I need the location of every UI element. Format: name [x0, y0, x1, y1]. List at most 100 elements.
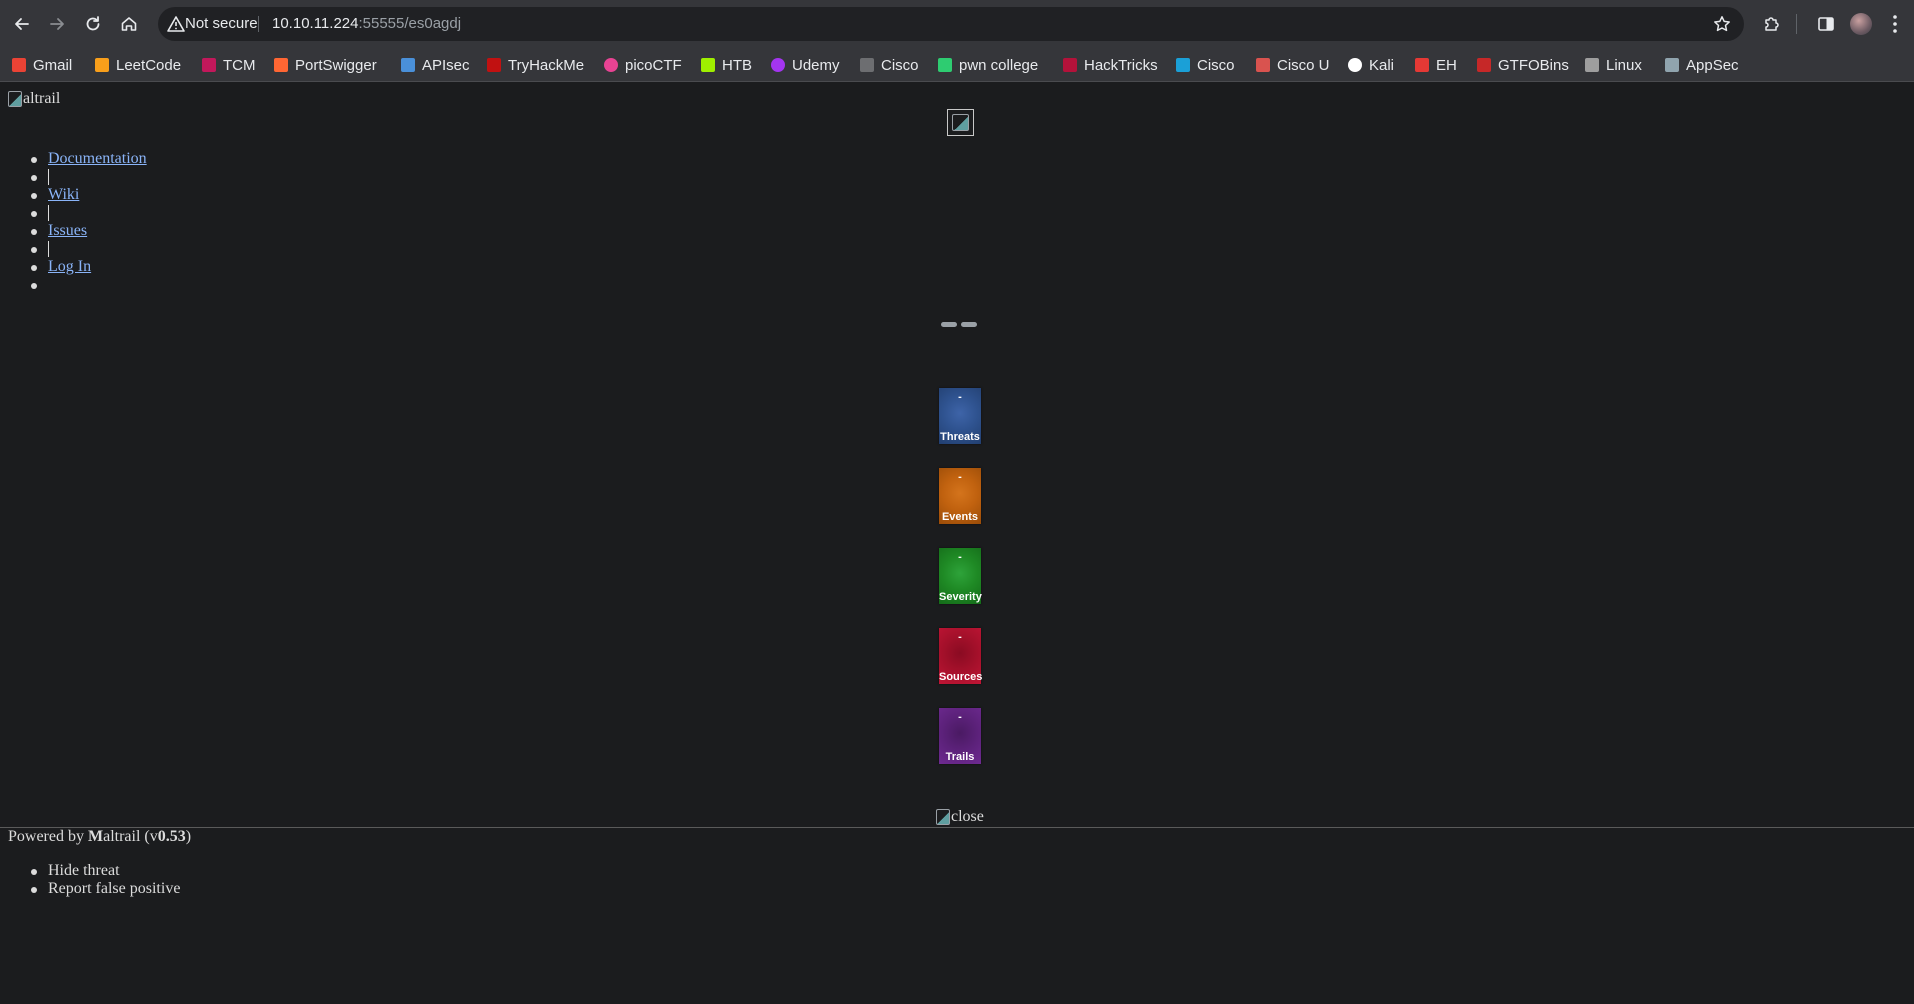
omnibox-divider	[258, 16, 259, 32]
picoctf-icon	[604, 58, 618, 72]
nav-link-issues[interactable]: Issues	[48, 222, 87, 239]
kali-icon	[1348, 58, 1362, 72]
profile-avatar[interactable]	[1850, 13, 1872, 35]
portswigger-icon	[274, 58, 288, 72]
htb-icon	[701, 58, 715, 72]
tile-value: -	[958, 631, 962, 643]
tile-value: -	[958, 711, 962, 723]
bookmark-tryhackme[interactable]: TryHackMe	[487, 55, 584, 75]
puzzle-icon	[1765, 17, 1779, 31]
home-button[interactable]	[116, 11, 142, 37]
arrow-right-icon	[50, 18, 64, 30]
status-tile-sources[interactable]: - Sources	[939, 628, 982, 684]
close-button[interactable]: close	[936, 808, 984, 826]
separator-bar	[48, 169, 49, 186]
bookmark-portswigger[interactable]: PortSwigger	[274, 55, 377, 75]
bookmark-leetcode[interactable]: LeetCode	[95, 55, 181, 75]
period-selector[interactable]	[941, 322, 977, 327]
bookmark-label: Cisco U	[1277, 56, 1330, 74]
bookmark-apisec[interactable]: APIsec	[401, 55, 470, 75]
status-tile-events[interactable]: - Events	[939, 468, 981, 524]
tile-label: Severity	[939, 591, 982, 603]
extensions-button[interactable]	[1760, 12, 1784, 36]
bookmark-appsec[interactable]: AppSec	[1665, 55, 1739, 75]
security-status-label[interactable]: Not secure	[185, 15, 258, 32]
tile-label: Threats	[940, 431, 980, 443]
nav-item-empty	[31, 276, 147, 294]
leetcode-icon	[95, 58, 109, 72]
broken-image-icon	[952, 114, 969, 131]
tile-label: Trails	[945, 751, 975, 763]
status-tile-severity[interactable]: - Severity	[939, 548, 982, 604]
side-panel-button[interactable]	[1814, 12, 1838, 36]
dash-left	[941, 322, 957, 327]
bookmark-label: EH	[1436, 56, 1457, 74]
footer-version-close: )	[185, 828, 192, 845]
bookmark-cisco[interactable]: Cisco	[860, 55, 919, 75]
eh-icon	[1415, 58, 1429, 72]
bookmark-htb[interactable]: HTB	[701, 55, 752, 75]
dash-right	[961, 322, 977, 327]
nav-item: Log In	[31, 258, 147, 276]
bookmark-label: PortSwigger	[295, 56, 377, 74]
footer-divider	[0, 827, 1914, 828]
bookmarks-bar: Gmail LeetCode TCM PortSwigger APIsec Tr…	[0, 48, 1914, 82]
bookmark-cisco-2[interactable]: Cisco	[1176, 55, 1235, 75]
toolbar-divider	[1796, 14, 1797, 34]
back-button[interactable]	[9, 11, 35, 37]
center-image-placeholder	[947, 109, 974, 136]
nav-item: Wiki	[31, 186, 147, 204]
separator-bar	[48, 241, 49, 258]
bookmark-label: APIsec	[422, 56, 470, 74]
bookmark-gtfobins[interactable]: GTFOBins	[1477, 55, 1569, 75]
nav-separator	[31, 204, 147, 222]
bookmark-picoctf[interactable]: picoCTF	[604, 55, 682, 75]
pwn-college-icon	[938, 58, 952, 72]
more-vertical-icon[interactable]	[1890, 13, 1900, 35]
bookmark-pwn-college[interactable]: pwn college	[938, 55, 1038, 75]
nav-link-login[interactable]: Log In	[48, 258, 91, 275]
bookmark-label: Cisco	[1197, 56, 1235, 74]
bookmark-udemy[interactable]: Udemy	[771, 55, 840, 75]
star-icon[interactable]	[1712, 14, 1732, 34]
status-tile-threats[interactable]: - Threats	[939, 388, 981, 444]
nav-separator	[31, 240, 147, 258]
bookmark-label: AppSec	[1686, 56, 1739, 74]
cisco-u-icon	[1256, 58, 1270, 72]
bookmark-kali[interactable]: Kali	[1348, 55, 1394, 75]
header-nav: Documentation Wiki Issues Log In	[31, 150, 147, 294]
tile-value: -	[958, 391, 962, 403]
cisco-icon	[1176, 58, 1190, 72]
bookmark-label: Cisco	[881, 56, 919, 74]
address-bar[interactable]: Not secure 10.10.11.224:55555/es0agdj	[158, 7, 1744, 41]
bookmark-label: TryHackMe	[508, 56, 585, 74]
bookmark-hacktricks[interactable]: HackTricks	[1063, 55, 1158, 75]
cisco-icon	[860, 58, 874, 72]
bookmark-tcm[interactable]: TCM	[202, 55, 256, 75]
separator-bar	[48, 205, 49, 222]
footer-brand-rest: altrail	[103, 828, 141, 845]
footer-brand-initial: M	[87, 828, 104, 845]
bookmark-eh[interactable]: EH	[1415, 55, 1457, 75]
bookmark-cisco-u[interactable]: Cisco U	[1256, 55, 1330, 75]
context-menu-item-report-false-positive[interactable]: Report false positive	[30, 880, 180, 898]
status-tile-trails[interactable]: - Trails	[939, 708, 981, 764]
reload-button[interactable]	[80, 11, 106, 37]
browser-toolbar: Not secure 10.10.11.224:55555/es0agdj	[0, 0, 1914, 48]
logo-alt-text: altrail	[23, 90, 61, 107]
url-text[interactable]: 10.10.11.224:55555/es0agdj	[272, 15, 461, 32]
warning-triangle-icon[interactable]	[166, 14, 186, 34]
udemy-icon	[771, 58, 785, 72]
footer-prefix: Powered by	[8, 828, 88, 845]
apisec-icon	[401, 58, 415, 72]
forward-button[interactable]	[44, 11, 70, 37]
side-panel-icon	[1818, 17, 1834, 31]
bookmark-gmail[interactable]: Gmail	[12, 55, 72, 75]
nav-link-documentation[interactable]: Documentation	[48, 150, 147, 167]
bookmark-label: HTB	[722, 56, 752, 74]
maltrail-page: altrail Documentation Wiki Issues Log In…	[0, 82, 1914, 1004]
bookmark-label: Kali	[1369, 56, 1395, 74]
context-menu-item-hide-threat[interactable]: Hide threat	[30, 862, 180, 880]
bookmark-linux[interactable]: Linux	[1585, 55, 1642, 75]
nav-link-wiki[interactable]: Wiki	[48, 186, 79, 203]
